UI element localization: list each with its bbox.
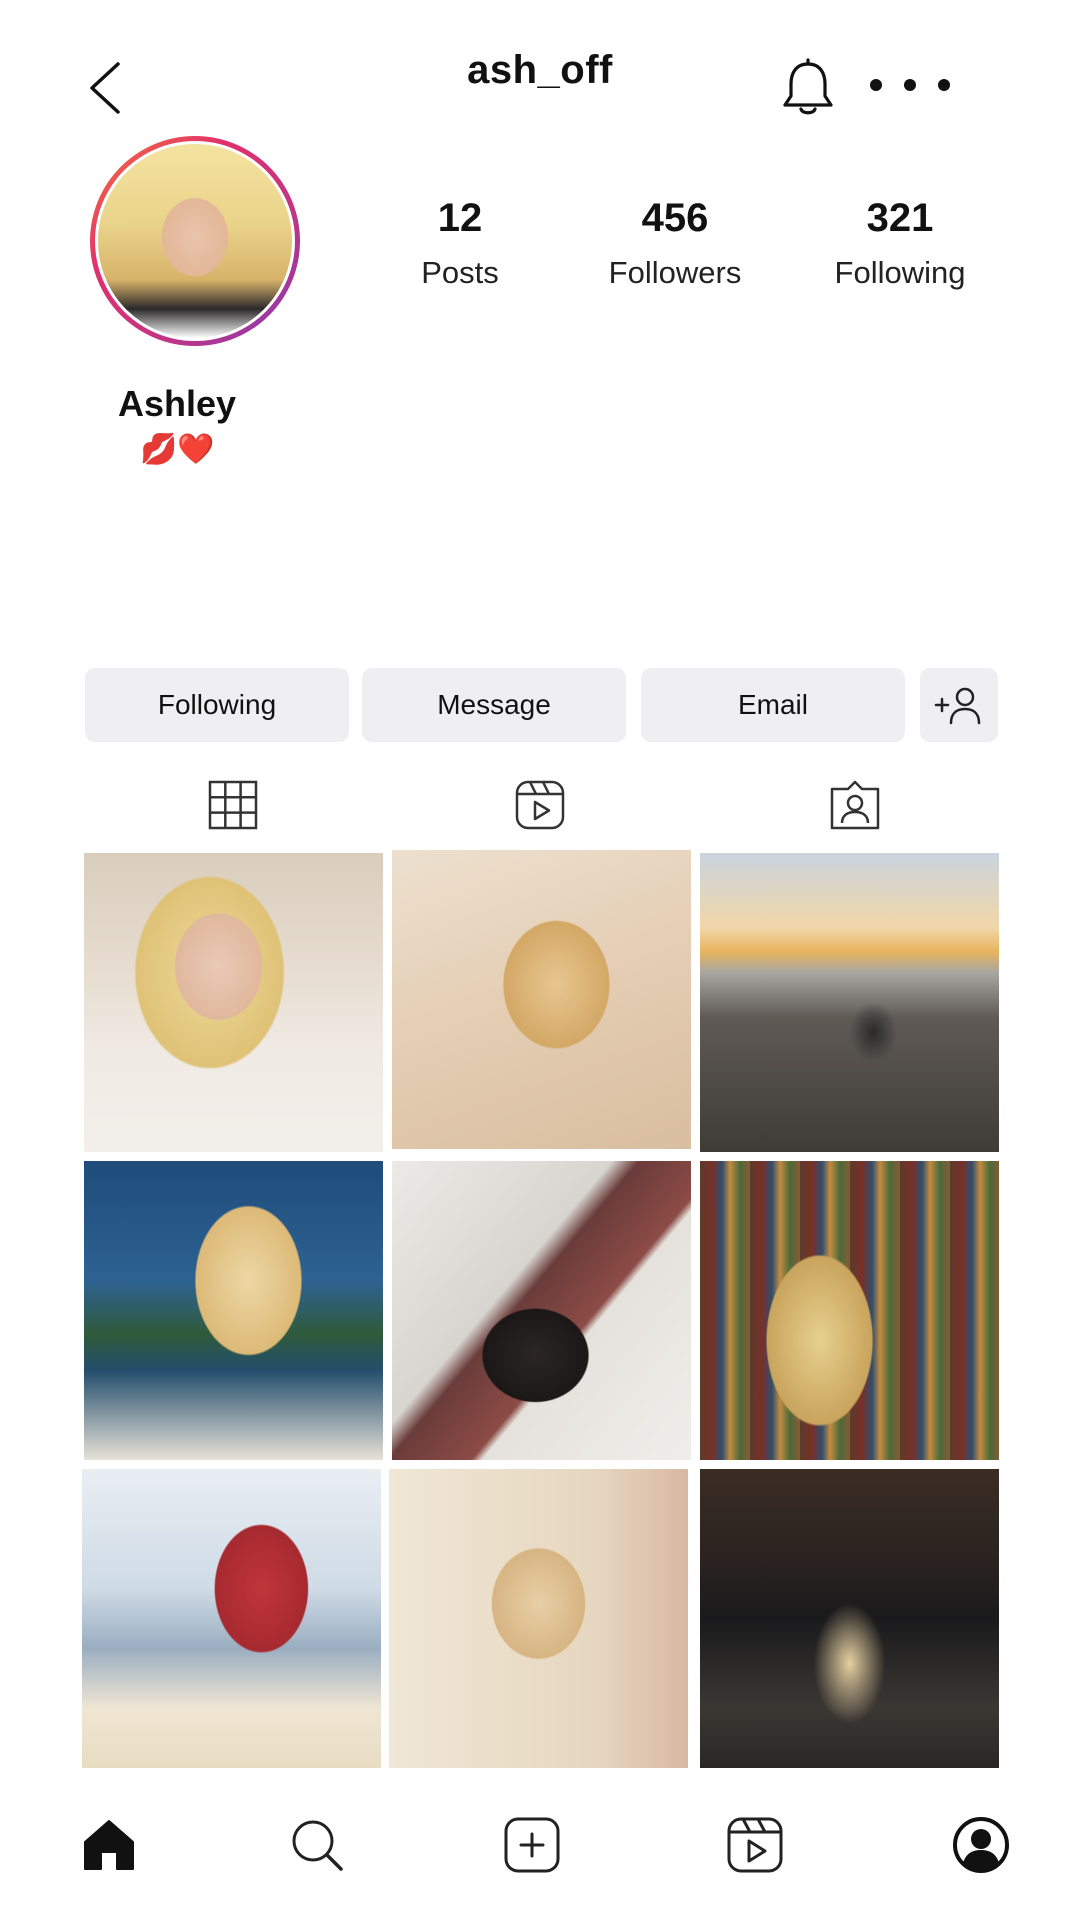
bell-icon [783,58,833,115]
stat-posts-count: 12 [437,196,483,240]
add-post-icon [504,1817,560,1873]
tagged-icon [830,780,880,830]
following-button[interactable]: Following [85,668,349,742]
stat-following-label: Following [834,255,966,290]
stat-following[interactable]: 321 Following [820,196,980,291]
post-thumbnail[interactable] [82,1469,381,1768]
nav-search[interactable] [282,1810,352,1880]
more-options-button[interactable] [870,65,950,105]
tab-tagged[interactable] [825,775,885,835]
profile-actions: Following Message Email [85,668,1000,742]
message-button[interactable]: Message [362,668,626,742]
nav-create-post[interactable] [497,1810,567,1880]
grid-icon [208,780,258,830]
more-dot [904,79,916,91]
nav-profile[interactable] [946,1810,1016,1880]
post-thumbnail[interactable] [392,850,691,1149]
nav-reels[interactable] [720,1810,790,1880]
email-button[interactable]: Email [641,668,905,742]
stat-followers-label: Followers [608,255,742,290]
post-thumbnail[interactable] [700,1161,999,1460]
notifications-button[interactable] [780,58,840,118]
search-icon [292,1820,343,1871]
reels-icon [727,1817,783,1873]
more-dot [938,79,950,91]
stat-posts-label: Posts [421,255,499,290]
stat-followers-count: 456 [641,196,709,240]
reels-icon [515,780,565,830]
profile-content-tabs [0,775,1080,835]
more-dots-icon [870,79,882,91]
add-person-icon [934,687,981,725]
stat-following-count: 321 [866,196,934,240]
nav-home[interactable] [74,1810,144,1880]
profile-icon [953,1817,1009,1873]
post-thumbnail[interactable] [700,853,999,1152]
post-thumbnail[interactable] [392,1161,691,1460]
stat-followers[interactable]: 456 Followers [595,196,755,291]
suggested-accounts-button[interactable] [920,668,998,742]
profile-stats: 12 Posts 456 Followers 321 Following [0,196,1080,296]
tab-posts-grid[interactable] [203,775,263,835]
stat-posts[interactable]: 12 Posts [400,196,520,291]
post-thumbnail[interactable] [84,853,383,1152]
bottom-navigation [0,1800,1080,1900]
profile-header: ash_off [0,0,1080,130]
post-thumbnail[interactable] [389,1469,688,1768]
home-icon [84,1820,134,1870]
posts-grid [82,850,1000,1771]
post-thumbnail[interactable] [700,1469,999,1768]
bio: 💋❤️ [140,433,215,466]
tab-reels[interactable] [510,775,570,835]
display-name: Ashley [118,383,237,424]
post-thumbnail[interactable] [84,1161,383,1460]
